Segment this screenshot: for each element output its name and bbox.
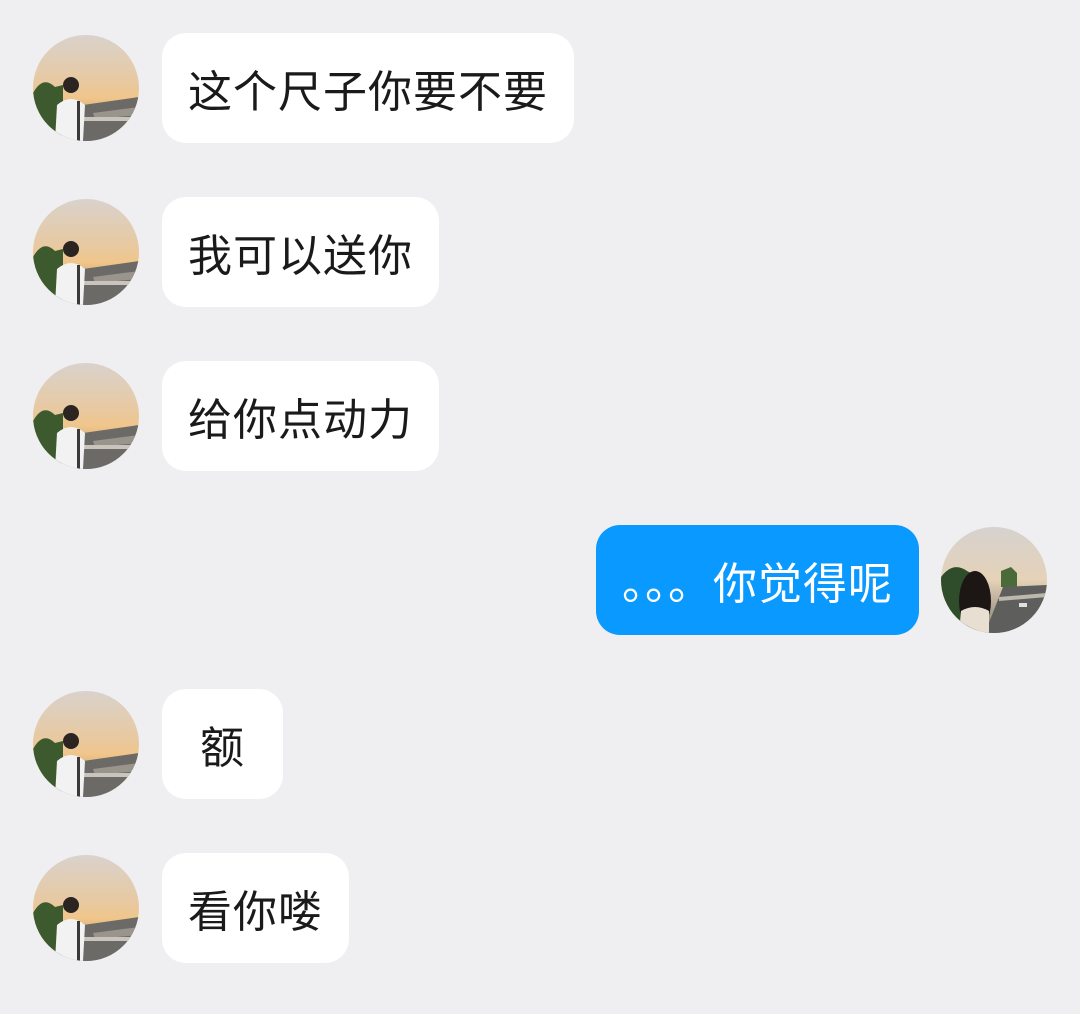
message-text: 这个尺子你要不要 — [188, 67, 548, 118]
message-row: 。。。你觉得呢 — [0, 525, 1080, 635]
message-text: 额 — [200, 723, 245, 774]
message-bubble[interactable]: 看你喽 — [162, 853, 349, 963]
self-avatar-icon[interactable] — [941, 527, 1047, 633]
message-row: 看你喽 — [0, 853, 1080, 963]
message-row: 给你点动力 — [0, 361, 1080, 471]
message-text: 看你喽 — [188, 887, 323, 938]
contact-avatar-icon[interactable] — [33, 35, 139, 141]
contact-avatar-icon[interactable] — [33, 855, 139, 961]
contact-avatar-icon[interactable] — [33, 199, 139, 305]
message-bubble[interactable]: 给你点动力 — [162, 361, 439, 471]
contact-avatar-icon[interactable] — [33, 691, 139, 797]
message-row: 我可以送你 — [0, 197, 1080, 307]
message-bubble[interactable]: 。。。你觉得呢 — [596, 525, 919, 635]
message-bubble[interactable]: 额 — [162, 689, 283, 799]
message-row: 额 — [0, 689, 1080, 799]
message-bubble[interactable]: 我可以送你 — [162, 197, 439, 307]
message-text: 给你点动力 — [188, 395, 413, 446]
message-row: 这个尺子你要不要 — [0, 33, 1080, 143]
contact-avatar-icon[interactable] — [33, 363, 139, 469]
message-bubble[interactable]: 这个尺子你要不要 — [162, 33, 574, 143]
message-text: 我可以送你 — [188, 231, 413, 282]
message-text: 。。。你觉得呢 — [622, 559, 893, 610]
